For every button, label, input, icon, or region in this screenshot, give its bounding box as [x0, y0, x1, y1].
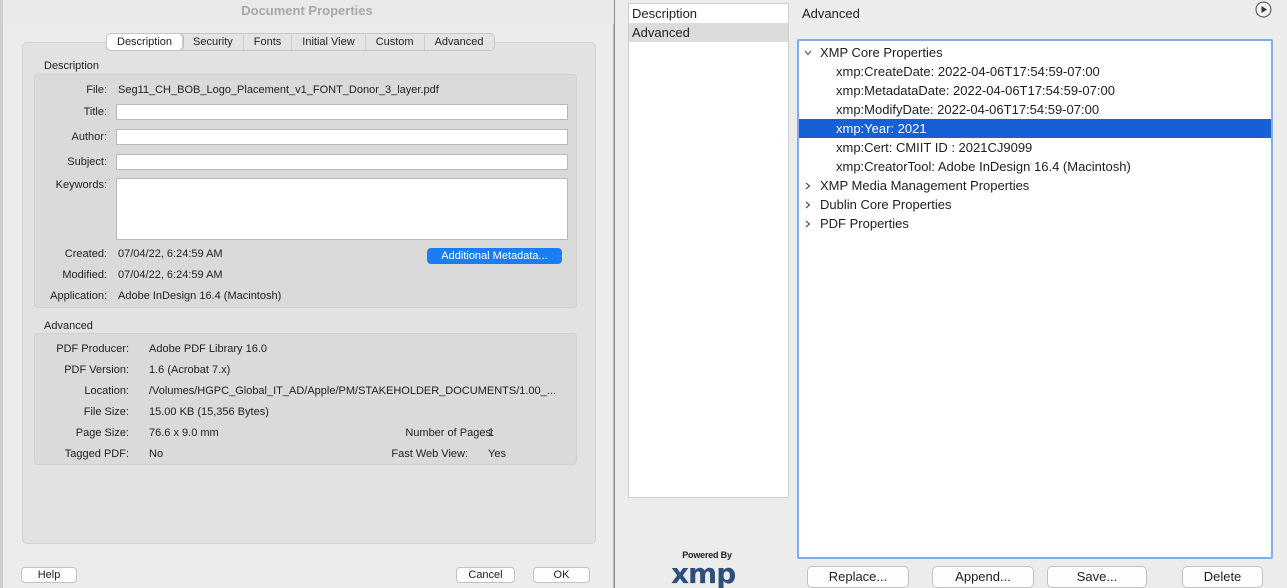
tree-leaf[interactable]: xmp:CreateDate: 2022-04-06T17:54:59-07:0… [799, 62, 1271, 81]
page-size-label: Page Size: [75, 427, 129, 439]
additional-metadata-dialog: Description Advanced Advanced XMP Core P… [615, 0, 1287, 588]
tree-leaf-label: xmp:CreatorTool: Adobe InDesign 16.4 (Ma… [836, 159, 1131, 174]
file-label: File: [86, 84, 107, 96]
tree-node-label: XMP Core Properties [820, 45, 943, 60]
panel-title: Advanced [802, 6, 860, 21]
save-button[interactable]: Save... [1047, 566, 1147, 588]
xmp-wordmark: xmp [671, 557, 736, 588]
tab-security[interactable]: Security [183, 34, 244, 50]
tab-initial-view[interactable]: Initial View [292, 34, 366, 50]
cancel-button[interactable]: Cancel [456, 567, 515, 583]
tree-node-label: XMP Media Management Properties [820, 178, 1030, 193]
ok-button[interactable]: OK [533, 567, 590, 583]
tree-leaf-label: xmp:CreateDate: 2022-04-06T17:54:59-07:0… [836, 64, 1100, 79]
location-label: Location: [84, 385, 129, 397]
pdf-version-label: PDF Version: [64, 364, 129, 376]
subject-field[interactable] [116, 154, 568, 170]
advanced-heading: Advanced [44, 320, 93, 332]
tab-description[interactable]: Description [107, 34, 184, 50]
tree-node-label: Dublin Core Properties [820, 197, 952, 212]
chevron-down-icon[interactable] [804, 49, 812, 57]
fast-web-view-label: Fast Web View: [391, 448, 468, 460]
author-label: Author: [71, 131, 107, 143]
location-value: /Volumes/HGPC_Global_IT_AD/Apple/PM/STAK… [149, 385, 556, 397]
chevron-right-icon[interactable] [804, 182, 812, 190]
tree-leaf-label: xmp:Cert: CMIIT ID : 2021CJ9099 [836, 140, 1033, 155]
tree-leaf-label: xmp:ModifyDate: 2022-04-06T17:54:59-07:0… [836, 102, 1100, 117]
tab-custom[interactable]: Custom [366, 34, 425, 50]
title-field[interactable] [116, 104, 568, 120]
tree-leaf-selected[interactable]: xmp:Year: 2021 [799, 119, 1271, 138]
tagged-pdf-label: Tagged PDF: [64, 448, 129, 460]
description-heading: Description [44, 60, 100, 72]
tagged-pdf-value: No [149, 448, 164, 460]
metadata-tree: XMP Core Properties xmp:CreateDate: 2022… [797, 39, 1273, 559]
subject-label: Subject: [67, 156, 107, 168]
tree-node-dublin-core[interactable]: Dublin Core Properties [799, 195, 1271, 214]
pdf-producer-label: PDF Producer: [56, 343, 129, 355]
tree-leaf[interactable]: xmp:ModifyDate: 2022-04-06T17:54:59-07:0… [799, 100, 1271, 119]
tree-node-xmp-core[interactable]: XMP Core Properties [799, 43, 1271, 62]
help-button[interactable]: Help [21, 567, 77, 583]
file-size-label: File Size: [83, 406, 129, 418]
created-label: Created: [64, 248, 107, 260]
keywords-field[interactable] [116, 178, 568, 240]
tree-leaf-label: xmp:MetadataDate: 2022-04-06T17:54:59-07… [836, 83, 1115, 98]
file-value: Seg11_CH_BOB_Logo_Placement_v1_FONT_Dono… [118, 84, 439, 96]
append-button[interactable]: Append... [932, 566, 1034, 588]
chevron-right-icon[interactable] [804, 201, 812, 209]
application-value: Adobe InDesign 16.4 (Macintosh) [118, 290, 282, 302]
application-label: Application: [50, 290, 107, 302]
delete-button[interactable]: Delete [1182, 566, 1263, 588]
tree-node-label: PDF Properties [820, 216, 909, 231]
replace-button[interactable]: Replace... [807, 566, 909, 588]
tree-leaf[interactable]: xmp:CreatorTool: Adobe InDesign 16.4 (Ma… [799, 157, 1271, 176]
tab-fonts[interactable]: Fonts [244, 34, 293, 50]
chevron-right-icon[interactable] [804, 220, 812, 228]
tree-leaf-label: xmp:Year: 2021 [836, 121, 927, 136]
tree-leaf[interactable]: xmp:Cert: CMIIT ID : 2021CJ9099 [799, 138, 1271, 157]
created-value: 07/04/22, 6:24:59 AM [118, 248, 223, 260]
xmp-logo: Powered By xmp [667, 550, 747, 588]
tree-leaf[interactable]: xmp:MetadataDate: 2022-04-06T17:54:59-07… [799, 81, 1271, 100]
play-circle-icon[interactable] [1255, 1, 1272, 18]
nav-item-description[interactable]: Description [629, 4, 788, 23]
number-of-pages-label: Number of Pages: [405, 427, 494, 439]
modified-label: Modified: [62, 269, 107, 281]
page-size-value: 76.6 x 9.0 mm [149, 427, 219, 439]
dialog-title: Document Properties [0, 0, 614, 24]
additional-metadata-button[interactable]: Additional Metadata... [427, 248, 562, 264]
file-size-value: 15.00 KB (15,356 Bytes) [149, 406, 269, 418]
fast-web-view-value: Yes [488, 448, 506, 460]
tab-advanced[interactable]: Advanced [425, 34, 494, 50]
nav-item-advanced[interactable]: Advanced [629, 23, 788, 42]
pdf-version-value: 1.6 (Acrobat 7.x) [149, 364, 231, 376]
tree-node-xmp-media-management[interactable]: XMP Media Management Properties [799, 176, 1271, 195]
description-tab-panel: Description File: Seg11_CH_BOB_Logo_Plac… [22, 42, 596, 544]
keywords-label: Keywords: [55, 179, 107, 191]
tree-node-pdf-properties[interactable]: PDF Properties [799, 214, 1271, 233]
tab-bar: Description Security Fonts Initial View … [106, 33, 495, 51]
author-field[interactable] [116, 129, 568, 145]
document-properties-dialog: Document Properties Description File: Se… [0, 0, 614, 588]
pdf-producer-value: Adobe PDF Library 16.0 [149, 343, 268, 355]
modified-value: 07/04/22, 6:24:59 AM [118, 269, 223, 281]
title-label: Title: [83, 106, 107, 118]
window-edge [0, 0, 3, 588]
category-list: Description Advanced [628, 3, 789, 498]
number-of-pages-value: 1 [488, 427, 495, 439]
